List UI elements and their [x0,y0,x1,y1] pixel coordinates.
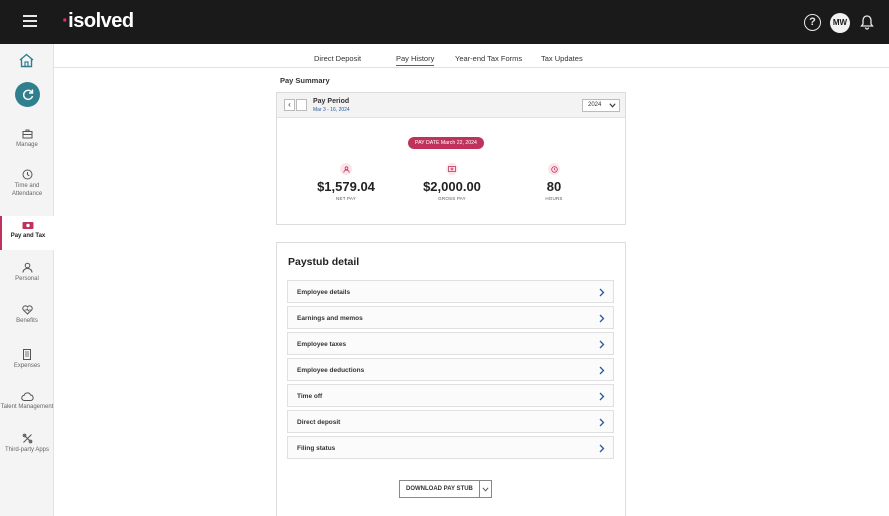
pay-summary-card: ‹ Pay Period Mar 3 - 16, 2024 2024 PAY D… [276,92,626,225]
gross-pay-value: $2,000.00 [423,179,481,194]
download-pay-stub-label: DOWNLOAD PAY STUB [400,481,480,497]
detail-row-employee-details[interactable]: Employee details [287,280,614,303]
sidebar-item-third-party-apps[interactable]: Third-party Apps [0,433,54,454]
sidebar-item-label: Manage [16,142,38,148]
previous-period-button[interactable]: ‹ [284,99,295,111]
chevron-right-icon [599,340,605,349]
tools-icon [22,433,32,444]
sidebar-item-personal[interactable]: Personal [0,262,54,283]
clock-icon [548,163,560,175]
paystub-detail-list: Employee details Earnings and memos Empl… [287,280,614,462]
paystub-detail-title: Paystub detail [288,256,360,268]
tab-tax-updates[interactable]: Tax Updates [541,54,583,63]
hours-value: 80 [546,179,562,194]
tab-bar: Direct Deposit Pay History Year-end Tax … [54,44,889,68]
hours-label: HOURS [545,196,563,201]
download-pay-stub-button[interactable]: DOWNLOAD PAY STUB [399,480,492,498]
chevron-right-icon [599,288,605,297]
sidebar-item-label: Benefits [16,318,38,324]
sidebar-item-label: Talent Management [0,404,54,410]
pay-period-bar: ‹ Pay Period Mar 3 - 16, 2024 2024 [277,93,625,118]
net-pay-metric: $1,579.04 NET PAY [301,163,391,201]
gross-pay-label: GROSS PAY [438,196,466,201]
chevron-right-icon [599,418,605,427]
sidebar-item-time-and-attendance[interactable]: Time and Attendance [0,169,54,198]
year-select-value: 2024 [588,102,602,108]
money-icon [22,222,34,229]
person-icon [22,262,32,273]
chevron-right-icon [599,392,605,401]
tab-direct-deposit[interactable]: Direct Deposit [314,54,361,63]
money-icon [446,163,458,175]
sidebar: Manage Time and Attendance Pay and Tax P… [0,44,54,516]
hours-metric: 80 HOURS [509,163,599,201]
detail-row-time-off[interactable]: Time off [287,384,614,407]
brand-logo[interactable]: ·isolved [62,10,134,33]
paystub-detail-card: Paystub detail Employee details Earnings… [276,242,626,516]
pay-summary-heading: Pay Summary [280,76,330,85]
briefcase-icon [22,129,32,139]
sidebar-item-label: Personal [15,276,39,282]
bell-icon[interactable] [860,14,874,35]
detail-row-label: Direct deposit [297,419,341,426]
receipt-icon [23,349,31,360]
help-icon[interactable]: ? [804,14,821,31]
detail-row-earnings-and-memos[interactable]: Earnings and memos [287,306,614,329]
chevron-right-icon [599,314,605,323]
chevron-down-icon [609,103,616,108]
chevron-right-icon [599,444,605,453]
chevron-right-icon [599,366,605,375]
cloud-icon [20,392,34,401]
heart-icon [21,305,33,315]
brand-name: isolved [68,10,134,32]
pay-period-dates: Mar 3 - 16, 2024 [313,107,350,113]
sidebar-item-expenses[interactable]: Expenses [0,349,54,370]
pay-period-title: Pay Period [313,98,350,105]
detail-row-label: Employee details [297,289,351,296]
detail-row-employee-taxes[interactable]: Employee taxes [287,332,614,355]
sidebar-item-talent-management[interactable]: Talent Management [0,392,54,411]
detail-row-label: Employee taxes [297,341,347,348]
person-icon [340,163,352,175]
detail-row-filing-status[interactable]: Filing status [287,436,614,459]
sidebar-item-label: Third-party Apps [4,447,50,453]
tab-pay-history[interactable]: Pay History [396,54,435,66]
refresh-icon[interactable] [15,82,40,107]
year-select[interactable]: 2024 [582,99,620,112]
gross-pay-metric: $2,000.00 GROSS PAY [407,163,497,201]
sidebar-item-manage[interactable]: Manage [0,129,54,149]
detail-row-label: Filing status [297,445,336,452]
home-icon[interactable] [18,53,35,73]
chevron-down-icon[interactable] [480,481,491,497]
next-period-button[interactable] [296,99,307,111]
detail-row-direct-deposit[interactable]: Direct deposit [287,410,614,433]
detail-row-label: Employee deductions [297,367,365,374]
tab-year-end-tax-forms[interactable]: Year-end Tax Forms [455,54,522,63]
sidebar-item-benefits[interactable]: Benefits [0,305,54,325]
clock-icon [22,169,32,180]
pay-date-badge: PAY DATE March 22, 2024 [408,137,484,149]
detail-row-label: Earnings and memos [297,315,363,322]
net-pay-label: NET PAY [336,196,356,201]
sidebar-item-label: Expenses [13,363,41,369]
detail-row-employee-deductions[interactable]: Employee deductions [287,358,614,381]
sidebar-item-label: Time and Attendance [11,183,43,197]
sidebar-item-pay-and-tax[interactable]: Pay and Tax [0,216,54,250]
net-pay-value: $1,579.04 [317,179,375,194]
top-bar: ·isolved ? MW [0,0,889,44]
detail-row-label: Time off [297,393,323,400]
avatar[interactable]: MW [830,13,850,33]
menu-icon[interactable] [23,15,37,27]
sidebar-item-label: Pay and Tax [10,233,46,239]
